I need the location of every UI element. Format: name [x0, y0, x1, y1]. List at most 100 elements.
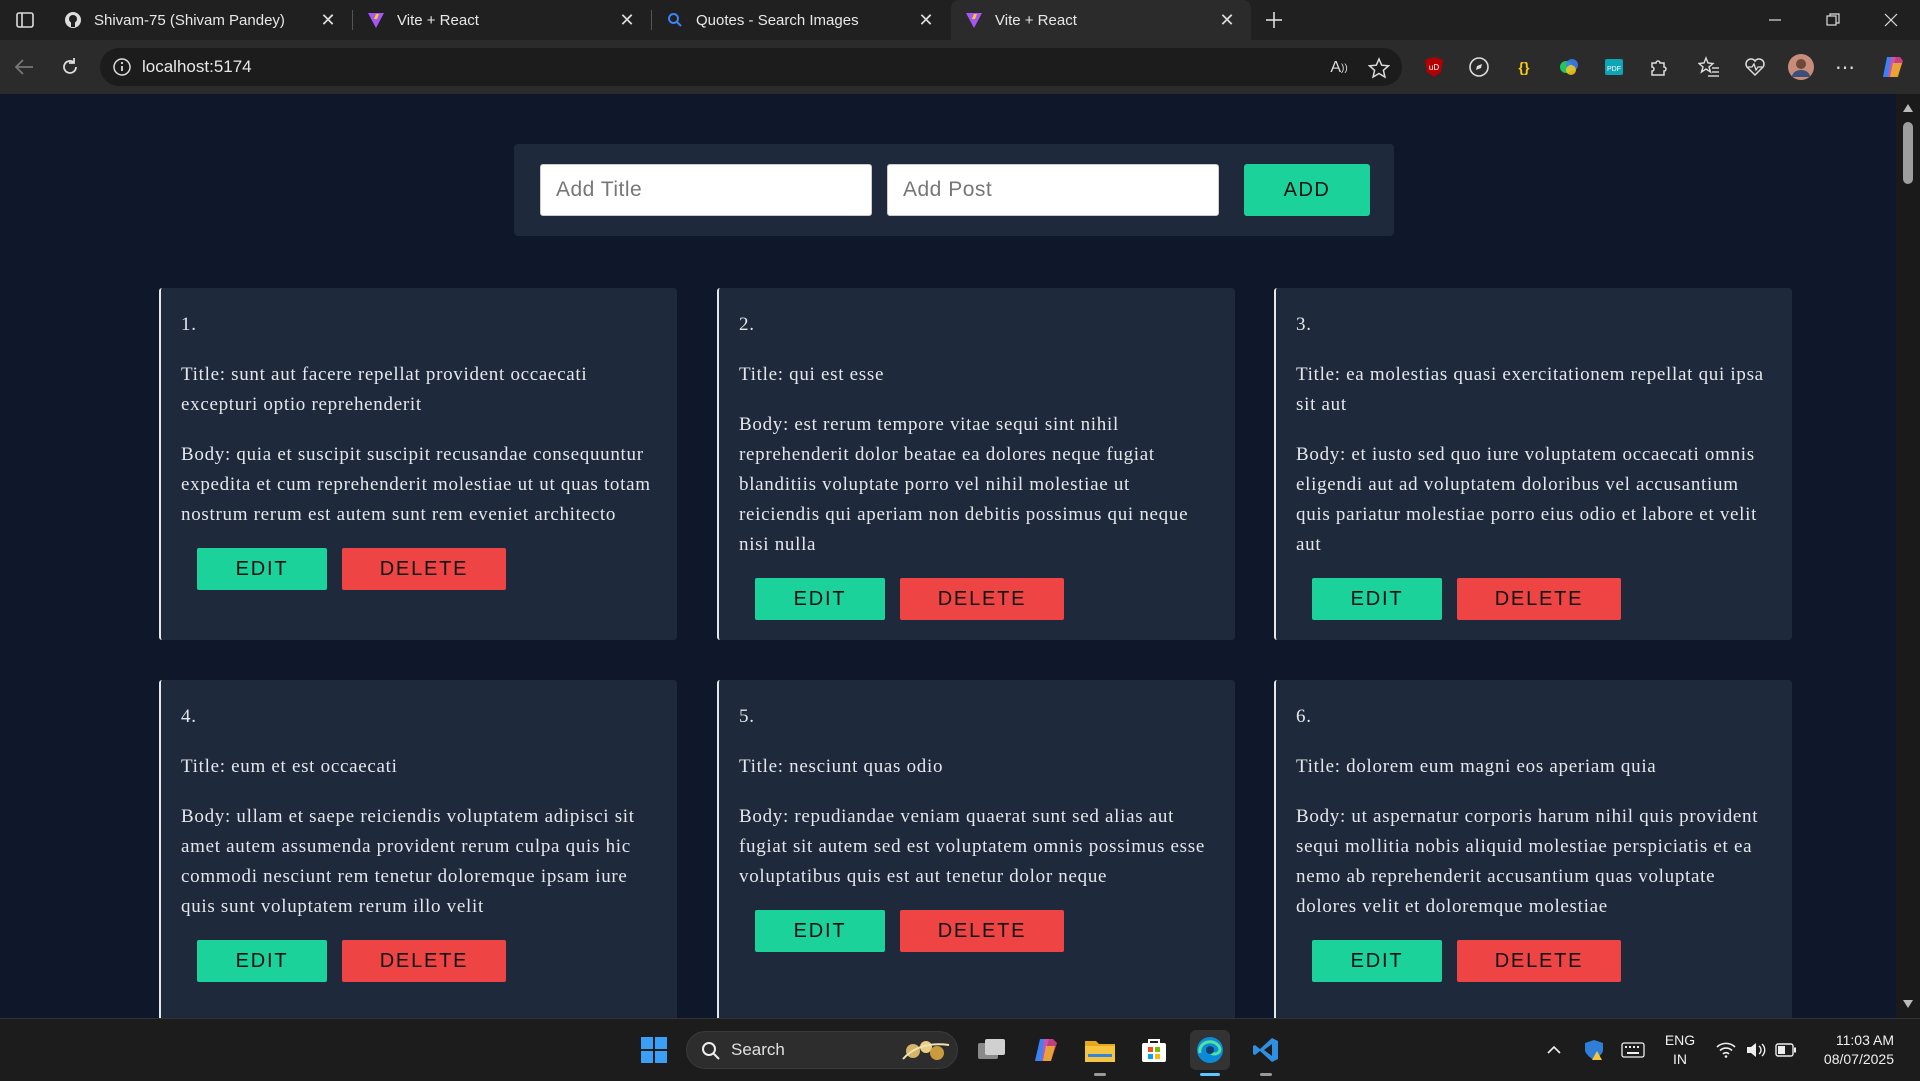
post-body: Body: et iusto sed quo iure voluptatem o…: [1296, 444, 1758, 555]
browser-essentials-icon[interactable]: [1742, 54, 1768, 80]
back-arrow-icon[interactable]: [10, 53, 38, 81]
close-tab-icon[interactable]: ✕: [316, 8, 340, 32]
info-icon[interactable]: [112, 57, 132, 77]
scroll-up-arrow-icon[interactable]: [1902, 102, 1914, 114]
windows-taskbar: Search ENG IN 11:03 AM 08/07/2025: [0, 1018, 1920, 1081]
task-view-icon[interactable]: [972, 1030, 1012, 1070]
vite-icon: [367, 11, 385, 29]
favorites-list-icon[interactable]: [1696, 54, 1722, 80]
more-options-icon[interactable]: ⋯: [1832, 54, 1858, 80]
clock[interactable]: 11:03 AM 08/07/2025: [1808, 1031, 1894, 1069]
vite-icon: [965, 11, 983, 29]
edit-button[interactable]: EDIT: [197, 940, 327, 982]
post-number: 2.: [739, 314, 755, 335]
vscode-icon[interactable]: [1246, 1030, 1286, 1070]
compass-icon[interactable]: [1466, 54, 1492, 80]
post-card-3: 3. Title: ea molestias quasi exercitatio…: [1274, 288, 1792, 640]
restore-icon[interactable]: [1805, 0, 1861, 40]
extensions-puzzle-icon[interactable]: [1646, 54, 1672, 80]
github-icon: [64, 11, 82, 29]
favorite-star-icon[interactable]: [1368, 57, 1390, 79]
delete-button[interactable]: DELETE: [1457, 940, 1621, 982]
tab-github[interactable]: Shivam-75 (Shivam Pandey) ✕: [50, 0, 352, 40]
tab-quotes-search[interactable]: Quotes - Search Images ✕: [652, 0, 950, 40]
delete-button[interactable]: DELETE: [900, 910, 1064, 952]
clock-time: 11:03 AM: [1835, 1032, 1894, 1048]
post-body: Body: est rerum tempore vitae sequi sint…: [739, 414, 1189, 555]
color-extension-icon[interactable]: [1556, 54, 1582, 80]
delete-button[interactable]: DELETE: [1457, 578, 1621, 620]
post-number: 6.: [1296, 706, 1312, 727]
new-tab-icon[interactable]: [1260, 6, 1288, 34]
close-tab-icon[interactable]: ✕: [615, 8, 639, 32]
scroll-down-arrow-icon[interactable]: [1902, 998, 1914, 1010]
delete-button[interactable]: DELETE: [342, 940, 506, 982]
tab-vite-react-active[interactable]: Vite + React ✕: [951, 0, 1251, 40]
clock-date: 08/07/2025: [1823, 1051, 1894, 1067]
post-card-6: 6. Title: dolorem eum magni eos aperiam …: [1274, 680, 1792, 1018]
volume-icon[interactable]: [1744, 1037, 1768, 1063]
post-title: Title: eum et est occaecati: [181, 756, 398, 777]
tab-bar: Shivam-75 (Shivam Pandey) ✕ Vite + React…: [0, 0, 1920, 40]
post-actions: EDIT DELETE: [1312, 940, 1770, 982]
post-title: Title: dolorem eum magni eos aperiam qui…: [1296, 756, 1657, 777]
address-bar[interactable]: localhost:5174 A)): [100, 48, 1402, 86]
post-card-4: 4. Title: eum et est occaecati Body: ull…: [159, 680, 677, 1018]
delete-button[interactable]: DELETE: [342, 548, 506, 590]
search-highlight-icon: [899, 1037, 953, 1065]
page-viewport: ADD 1. Title: sunt aut facere repellat p…: [6, 94, 1896, 1018]
security-shield-icon[interactable]: [1582, 1037, 1606, 1063]
post-title: Title: sunt aut facere repellat providen…: [181, 364, 588, 415]
file-explorer-icon[interactable]: [1080, 1030, 1120, 1070]
svg-text:uD: uD: [1429, 63, 1439, 72]
ublock-icon[interactable]: uD: [1421, 54, 1447, 80]
close-tab-icon[interactable]: ✕: [1215, 8, 1239, 32]
region-code: IN: [1673, 1051, 1687, 1067]
edge-browser-icon[interactable]: [1190, 1030, 1230, 1070]
taskbar-search[interactable]: Search: [686, 1031, 958, 1069]
post-body: Body: quia et suscipit suscipit recusand…: [181, 444, 651, 525]
post-title: Title: ea molestias quasi exercitationem…: [1296, 364, 1764, 415]
refresh-icon[interactable]: [56, 53, 84, 81]
post-title: Title: qui est esse: [739, 364, 885, 385]
close-tab-icon[interactable]: ✕: [914, 8, 938, 32]
pdf-icon[interactable]: PDF: [1601, 54, 1627, 80]
tab-title: Vite + React: [995, 11, 1077, 29]
scroll-thumb[interactable]: [1903, 122, 1913, 184]
post-card-5: 5. Title: nesciunt quas odio Body: repud…: [717, 680, 1235, 1018]
url-text: localhost:5174: [142, 57, 252, 76]
profile-avatar[interactable]: [1787, 53, 1815, 81]
json-viewer-icon[interactable]: {}: [1511, 54, 1537, 80]
page-scrollbar[interactable]: [1896, 94, 1920, 1018]
edit-button[interactable]: EDIT: [197, 548, 327, 590]
chevron-up-icon[interactable]: [1544, 1037, 1564, 1063]
windows-start-icon[interactable]: [634, 1030, 674, 1070]
close-window-icon[interactable]: [1863, 0, 1919, 40]
delete-button[interactable]: DELETE: [900, 578, 1064, 620]
read-aloud-icon[interactable]: A)): [1328, 57, 1350, 79]
running-app-indicator: [1260, 1073, 1272, 1076]
edit-button[interactable]: EDIT: [1312, 578, 1442, 620]
add-button[interactable]: ADD: [1244, 164, 1370, 216]
keyboard-icon[interactable]: [1620, 1037, 1646, 1063]
running-app-indicator: [1094, 1073, 1106, 1076]
edit-button[interactable]: EDIT: [755, 578, 885, 620]
wifi-icon[interactable]: [1714, 1037, 1738, 1063]
microsoft-store-icon[interactable]: [1134, 1030, 1174, 1070]
edit-button[interactable]: EDIT: [755, 910, 885, 952]
input-language[interactable]: ENG IN: [1660, 1031, 1700, 1069]
tab-title: Quotes - Search Images: [696, 11, 859, 29]
copilot-icon[interactable]: [1878, 52, 1908, 82]
post-card-2: 2. Title: qui est esse Body: est rerum t…: [717, 288, 1235, 640]
add-post-input[interactable]: [887, 164, 1219, 216]
tab-vite-react-1[interactable]: Vite + React ✕: [353, 0, 651, 40]
minimize-icon[interactable]: [1747, 0, 1803, 40]
copilot-taskbar-icon[interactable]: [1026, 1030, 1066, 1070]
sidebar-toggle-icon[interactable]: [10, 8, 40, 32]
tab-title: Shivam-75 (Shivam Pandey): [94, 11, 285, 29]
svg-text:PDF: PDF: [1607, 66, 1621, 73]
edit-button[interactable]: EDIT: [1312, 940, 1442, 982]
add-title-input[interactable]: [540, 164, 872, 216]
post-card-1: 1. Title: sunt aut facere repellat provi…: [159, 288, 677, 640]
battery-icon[interactable]: [1774, 1037, 1798, 1063]
